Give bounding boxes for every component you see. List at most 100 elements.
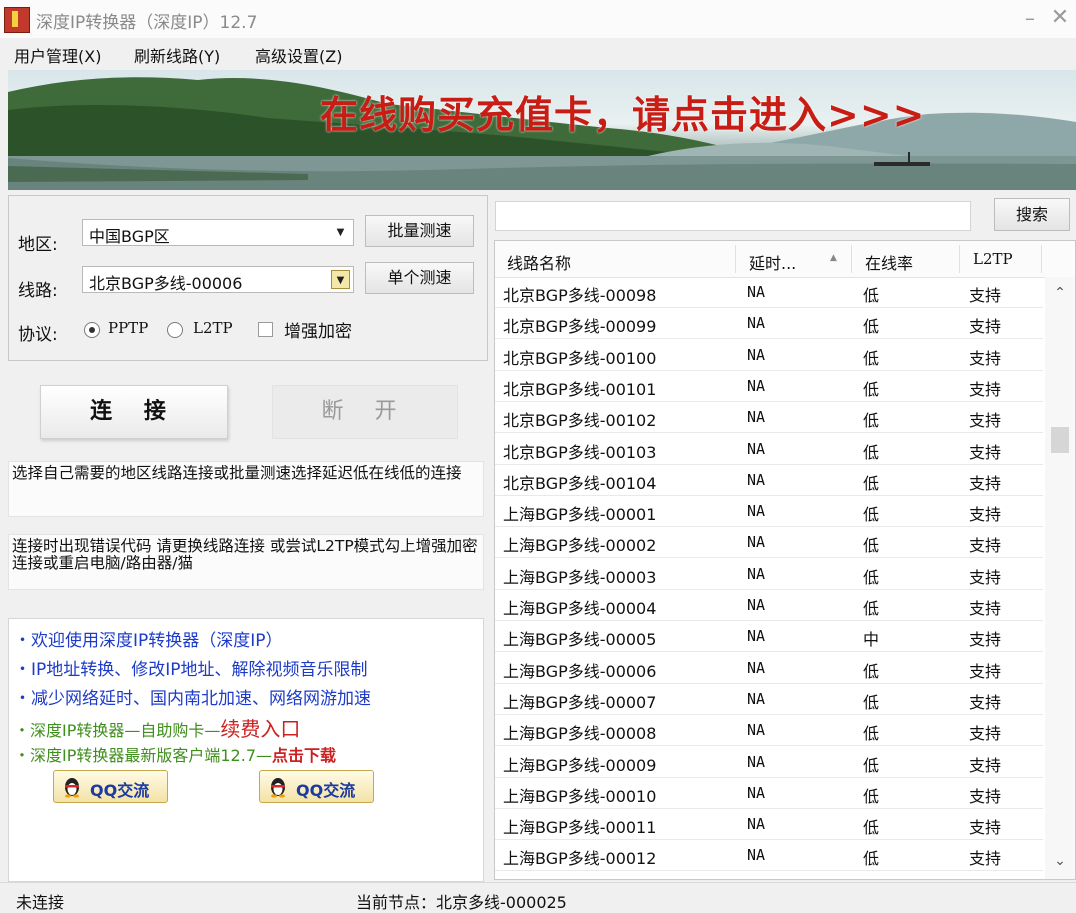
cell-line-name: 上海BGP多线-00004 <box>503 599 657 618</box>
line-select[interactable]: 北京BGP多线-00006 ▼ <box>82 266 354 293</box>
cell-online-rate: 低 <box>863 442 880 462</box>
disconnect-button[interactable]: 断 开 <box>272 385 458 439</box>
l2tp-radio[interactable] <box>167 322 183 338</box>
column-divider[interactable] <box>1041 245 1042 273</box>
cell-line-name: 上海BGP多线-00006 <box>503 661 657 681</box>
table-row[interactable]: 北京BGP多线-00104 NA 低 支持 <box>495 465 1043 496</box>
pptp-radio[interactable] <box>84 322 100 338</box>
qq-chat-label: QQ交流 <box>296 781 356 800</box>
cell-latency: NA <box>747 846 766 865</box>
enhanced-encryption-label[interactable]: 增强加密 <box>284 317 352 342</box>
cell-online-rate: 低 <box>863 505 880 525</box>
line-select-value: 北京BGP多线-00006 <box>89 274 243 293</box>
table-row[interactable]: 上海BGP多线-00002 NA 低 支持 <box>495 527 1043 559</box>
scrollbar-thumb[interactable] <box>1051 427 1069 453</box>
column-header-l2tp[interactable]: L2TP <box>973 250 1013 268</box>
single-speed-test-button[interactable]: 单个测速 <box>365 262 474 294</box>
chevron-down-icon[interactable]: ▼ <box>331 270 350 289</box>
table-row[interactable]: 上海BGP多线-00012 NA 低 支持 <box>495 840 1043 872</box>
status-bar: 未连接 当前节点：北京多线-000025 <box>0 882 1076 912</box>
table-row[interactable]: 上海BGP多线-00003 NA 低 支持 <box>495 559 1043 590</box>
cell-line-name: 上海BGP多线-00005 <box>503 630 657 650</box>
qq-chat-button-1[interactable]: QQ交流 <box>53 770 168 803</box>
cell-latency: NA <box>747 439 766 458</box>
promo-banner[interactable]: 在线购买充值卡，请点击进入>>> <box>8 70 1076 190</box>
cell-latency: NA <box>747 783 766 802</box>
cell-line-name: 上海BGP多线-00011 <box>503 818 657 838</box>
search-input[interactable] <box>495 201 971 231</box>
column-header-line-name[interactable]: 线路名称 <box>507 250 571 274</box>
table-row[interactable]: 上海BGP多线-00010 NA 低 支持 <box>495 778 1043 809</box>
qq-chat-button-2[interactable]: QQ交流 <box>259 770 374 803</box>
table-row[interactable]: 北京BGP多线-00102 NA 低 支持 <box>495 402 1043 434</box>
pptp-radio-label[interactable]: PPTP <box>108 319 148 337</box>
cell-line-name: 上海BGP多线-00003 <box>503 567 657 587</box>
cell-online-rate: 低 <box>863 661 880 681</box>
table-row[interactable]: 北京BGP多线-00098 NA 低 支持 <box>495 277 1043 308</box>
table-row[interactable]: 上海BGP多线-00004 NA 低 支持 <box>495 590 1043 621</box>
table-row[interactable]: 北京BGP多线-00103 NA 低 支持 <box>495 434 1043 465</box>
cell-online-rate: 低 <box>863 536 880 556</box>
cell-line-name: 北京BGP多线-00104 <box>503 473 657 493</box>
column-header-latency[interactable]: 延时... <box>749 250 796 274</box>
tip-box-1: 选择自己需要的地区线路连接或批量测速选择延迟低在线低的连接 <box>8 461 484 517</box>
cell-latency: NA <box>747 533 766 552</box>
search-button[interactable]: 搜索 <box>994 198 1070 231</box>
table-row[interactable]: 上海BGP多线-00001 NA 低 支持 <box>495 496 1043 528</box>
cell-l2tp: 支持 <box>969 442 1002 462</box>
chevron-down-icon[interactable]: ⌄ <box>1045 853 1075 869</box>
connect-button[interactable]: 连 接 <box>40 385 228 439</box>
cell-line-name: 上海BGP多线-00012 <box>503 849 657 869</box>
menu-refresh-lines[interactable]: 刷新线路(Y) <box>134 43 220 67</box>
cell-l2tp: 支持 <box>969 317 1002 337</box>
cell-line-name: 北京BGP多线-00101 <box>503 379 657 399</box>
cell-latency: NA <box>747 689 766 708</box>
qq-chat-label: QQ交流 <box>90 781 150 800</box>
cell-line-name: 北京BGP多线-00098 <box>503 286 657 305</box>
cell-online-rate: 低 <box>863 692 880 712</box>
window-title: 深度IP转换器（深度IP）12.7 <box>36 13 258 33</box>
column-divider[interactable] <box>735 245 736 273</box>
cell-l2tp: 支持 <box>969 286 1002 305</box>
cell-line-name: 上海BGP多线-00002 <box>503 536 657 556</box>
table-row[interactable]: 上海BGP多线-00008 NA 低 支持 <box>495 715 1043 747</box>
cell-l2tp: 支持 <box>969 379 1002 399</box>
cell-line-name: 北京BGP多线-00099 <box>503 317 657 337</box>
l2tp-radio-label[interactable]: L2TP <box>193 319 233 337</box>
enhanced-encryption-checkbox[interactable] <box>258 322 273 337</box>
cell-online-rate: 低 <box>863 567 880 587</box>
banner-text[interactable]: 在线购买充值卡，请点击进入>>> <box>320 84 926 139</box>
batch-speed-test-button[interactable]: 批量测速 <box>365 215 474 247</box>
cell-latency: NA <box>747 627 766 646</box>
vertical-scrollbar[interactable]: ⌃ ⌄ <box>1045 277 1075 879</box>
column-divider[interactable] <box>959 245 960 273</box>
cell-l2tp: 支持 <box>969 755 1002 775</box>
column-header-online-rate[interactable]: 在线率 <box>865 250 913 274</box>
table-row[interactable]: 北京BGP多线-00100 NA 低 支持 <box>495 340 1043 371</box>
table-row[interactable]: 北京BGP多线-00099 NA 低 支持 <box>495 308 1043 340</box>
region-select[interactable]: 中国BGP区 ▼ <box>82 219 354 246</box>
minimize-button[interactable]: – <box>1018 4 1042 32</box>
menu-advanced-settings[interactable]: 高级设置(Z) <box>255 43 342 67</box>
menu-user-management[interactable]: 用户管理(X) <box>14 43 101 67</box>
column-divider[interactable] <box>851 245 852 273</box>
cell-l2tp: 支持 <box>969 692 1002 712</box>
table-row[interactable]: 上海BGP多线-00007 NA 低 支持 <box>495 684 1043 715</box>
chevron-down-icon[interactable]: ▼ <box>331 223 350 242</box>
cell-l2tp: 支持 <box>969 786 1002 806</box>
renewal-link[interactable]: 续费入口 <box>220 717 300 741</box>
table-row[interactable]: 北京BGP多线-00101 NA 低 支持 <box>495 371 1043 402</box>
table-row[interactable]: 上海BGP多线-00006 NA 低 支持 <box>495 653 1043 684</box>
table-row[interactable]: 上海BGP多线-00011 NA 低 支持 <box>495 809 1043 841</box>
cell-l2tp: 支持 <box>969 505 1002 525</box>
cell-online-rate: 低 <box>863 348 880 368</box>
close-button[interactable]: ✕ <box>1048 4 1072 32</box>
chevron-up-icon[interactable]: ⌃ <box>1045 285 1075 301</box>
line-list[interactable]: 线路名称 延时... ▲ 在线率 L2TP 北京BGP多线-00098 NA 低支持… <box>494 240 1076 880</box>
cell-line-name: 北京BGP多线-00100 <box>503 348 657 368</box>
table-row[interactable]: 上海BGP多线-00005 NA 中 支持 <box>495 621 1043 653</box>
cell-l2tp: 支持 <box>969 818 1002 838</box>
download-link[interactable]: 点击下载 <box>272 746 336 765</box>
table-row[interactable]: 上海BGP多线-00009 NA 低 支持 <box>495 747 1043 778</box>
cell-online-rate: 低 <box>863 755 880 775</box>
